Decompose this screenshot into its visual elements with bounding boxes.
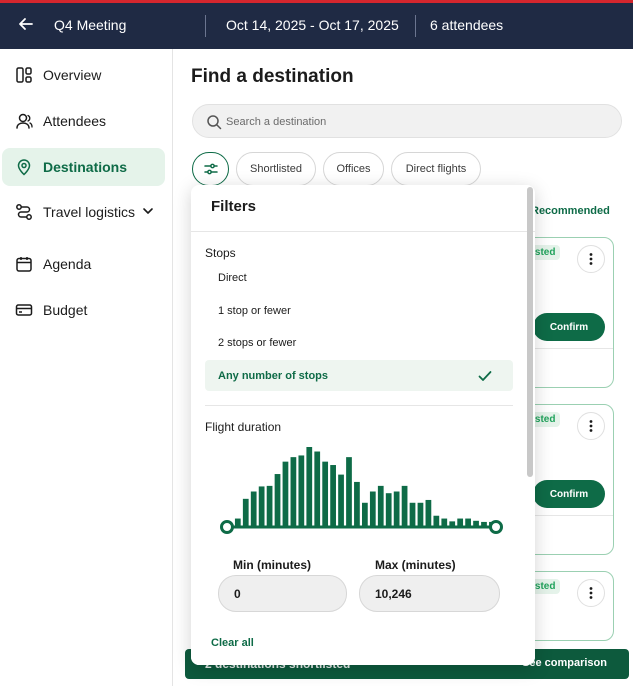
search-icon bbox=[207, 115, 222, 130]
chip-shortlisted[interactable]: Shortlisted bbox=[236, 152, 316, 186]
sidebar-item-label: Budget bbox=[43, 302, 88, 318]
section-divider bbox=[205, 405, 513, 406]
top-bar: Q4 Meeting Oct 14, 2025 - Oct 17, 2025 6… bbox=[0, 0, 633, 49]
duration-histogram bbox=[220, 447, 503, 534]
histogram-bar bbox=[362, 502, 368, 527]
filter-sliders-icon bbox=[203, 163, 218, 175]
filters-title: Filters bbox=[211, 198, 257, 215]
max-label: Max (minutes) bbox=[375, 558, 456, 572]
histogram-bar bbox=[290, 457, 297, 527]
more-options-button[interactable] bbox=[577, 412, 605, 440]
histogram-bar bbox=[377, 485, 384, 527]
more-options-button[interactable] bbox=[577, 245, 605, 273]
stops-option-one[interactable]: 1 stop or fewer bbox=[205, 295, 513, 326]
chevron-down-icon[interactable] bbox=[141, 204, 155, 218]
back-arrow-icon[interactable] bbox=[16, 14, 36, 34]
clear-all-button[interactable]: Clear all bbox=[211, 637, 254, 649]
chip-direct-flights[interactable]: Direct flights bbox=[391, 152, 481, 186]
search-bar[interactable] bbox=[192, 104, 622, 138]
search-input[interactable] bbox=[226, 112, 606, 132]
sidebar-item-label: Travel logistics bbox=[43, 204, 136, 220]
route-icon bbox=[16, 204, 32, 220]
histogram-bar bbox=[385, 493, 392, 527]
stops-option-label: Any number of stops bbox=[218, 369, 329, 382]
sidebar-item-label: Overview bbox=[43, 67, 102, 83]
max-input[interactable] bbox=[375, 585, 475, 603]
histogram-bar bbox=[274, 474, 281, 527]
sidebar-item-label: Attendees bbox=[43, 113, 107, 129]
sidebar-item-label: Destinations bbox=[43, 159, 128, 175]
histogram-bar bbox=[282, 461, 289, 527]
confirm-button[interactable]: Confirm bbox=[533, 480, 605, 508]
histogram-bar bbox=[330, 465, 336, 527]
min-input[interactable] bbox=[234, 585, 334, 603]
page-title: Find a destination bbox=[191, 66, 354, 87]
max-field[interactable] bbox=[359, 575, 500, 612]
min-label: Min (minutes) bbox=[233, 558, 311, 572]
more-options-button[interactable] bbox=[577, 579, 605, 607]
range-min-handle[interactable] bbox=[220, 520, 234, 534]
stops-title: Stops bbox=[205, 246, 236, 260]
sidebar-item-label: Agenda bbox=[43, 256, 92, 272]
stops-option-two[interactable]: 2 stops or fewer bbox=[205, 327, 513, 358]
card-icon bbox=[15, 304, 33, 316]
histogram-bar bbox=[306, 447, 313, 527]
header-divider bbox=[415, 15, 416, 37]
attendee-count[interactable]: 6 attendees bbox=[430, 17, 503, 33]
histogram-bar bbox=[322, 461, 329, 527]
histogram-bar bbox=[250, 491, 257, 527]
histogram-bar bbox=[393, 491, 400, 527]
people-icon bbox=[16, 113, 33, 129]
scrollbar[interactable] bbox=[527, 187, 533, 477]
histogram-bar bbox=[401, 485, 408, 527]
duration-title: Flight duration bbox=[205, 420, 282, 434]
filters-footer: Clear all bbox=[191, 621, 535, 665]
more-vertical-icon bbox=[589, 253, 593, 265]
histogram-bar bbox=[425, 499, 432, 527]
histogram-bar bbox=[338, 474, 344, 527]
histogram-bar bbox=[314, 451, 321, 527]
sidebar-item-destinations[interactable]: Destinations bbox=[2, 148, 165, 186]
more-vertical-icon bbox=[589, 420, 593, 432]
sidebar-item-budget[interactable]: Budget bbox=[2, 291, 165, 329]
overview-icon bbox=[16, 67, 32, 83]
location-pin-icon bbox=[17, 159, 31, 176]
histogram-bar bbox=[258, 486, 265, 527]
histogram-bar bbox=[346, 457, 352, 527]
sort-recommended[interactable]: Recommended bbox=[531, 205, 610, 217]
histogram-bar bbox=[242, 498, 249, 527]
stops-option-direct[interactable]: Direct bbox=[205, 262, 513, 293]
stops-option-any[interactable]: Any number of stops bbox=[205, 360, 513, 391]
sidebar-item-attendees[interactable]: Attendees bbox=[2, 102, 165, 140]
filter-toggle-button[interactable] bbox=[192, 152, 229, 186]
sidebar-item-travel-logistics[interactable]: Travel logistics bbox=[2, 193, 165, 231]
header-divider bbox=[205, 15, 206, 37]
calendar-icon bbox=[16, 257, 32, 272]
range-max-handle[interactable] bbox=[489, 520, 503, 534]
histogram-bar bbox=[369, 491, 376, 527]
histogram-bar bbox=[266, 485, 273, 527]
histogram-bar bbox=[409, 502, 416, 527]
chip-offices[interactable]: Offices bbox=[323, 152, 384, 186]
more-vertical-icon bbox=[589, 587, 593, 599]
histogram-bar bbox=[354, 481, 360, 527]
sidebar: Overview Attendees Destinations Travel l… bbox=[0, 49, 173, 686]
filters-panel: Filters Stops Direct 1 stop or fewer 2 s… bbox=[191, 185, 535, 665]
meeting-dates[interactable]: Oct 14, 2025 - Oct 17, 2025 bbox=[226, 17, 399, 33]
histogram-bar bbox=[298, 455, 305, 527]
min-field[interactable] bbox=[218, 575, 347, 612]
checkmark-icon bbox=[478, 371, 492, 381]
histogram-bar bbox=[433, 515, 440, 527]
meeting-title: Q4 Meeting bbox=[54, 17, 127, 33]
filters-header: Filters bbox=[191, 185, 535, 232]
sidebar-item-agenda[interactable]: Agenda bbox=[2, 245, 165, 283]
histogram-bar bbox=[417, 502, 424, 527]
sidebar-item-overview[interactable]: Overview bbox=[2, 56, 165, 94]
confirm-button[interactable]: Confirm bbox=[533, 313, 605, 341]
